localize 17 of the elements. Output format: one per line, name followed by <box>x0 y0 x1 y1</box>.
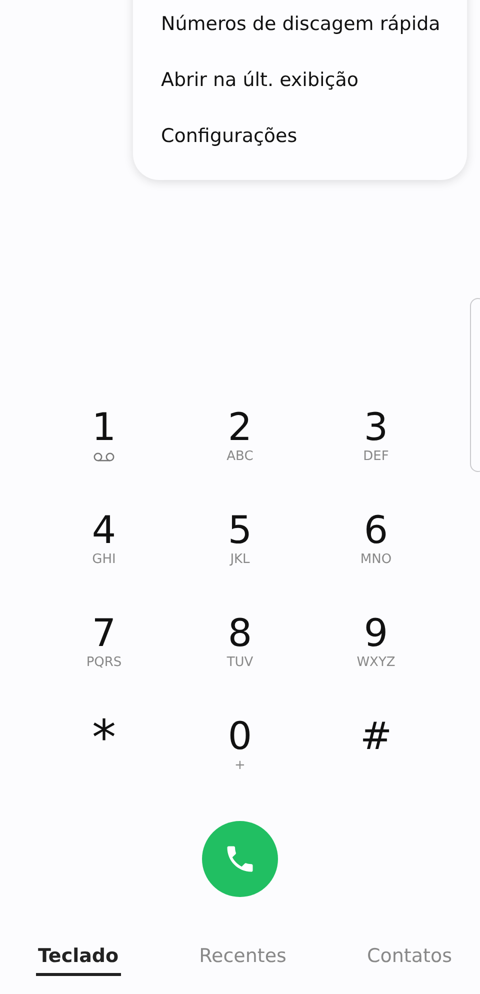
dial-key[interactable]: * <box>59 714 149 794</box>
dial-key[interactable]: 2 ABC <box>195 405 285 485</box>
dial-key[interactable]: 1 <box>59 405 149 485</box>
dial-key[interactable]: 9 WXYZ <box>331 611 421 691</box>
dial-key[interactable]: 7 PQRS <box>59 611 149 691</box>
dial-key[interactable]: 5 JKL <box>195 508 285 588</box>
menu-item[interactable]: Abrir na últ. exibição <box>133 56 467 112</box>
dial-key[interactable]: 8 TUV <box>195 611 285 691</box>
menu-item[interactable]: Números de discagem rápida <box>133 0 467 56</box>
tab[interactable]: Teclado <box>36 945 121 976</box>
voicemail-icon <box>93 452 115 462</box>
dial-key[interactable]: 3 DEF <box>331 405 421 485</box>
dial-key[interactable]: # <box>331 714 421 794</box>
dial-key[interactable]: 4 GHI <box>59 508 149 588</box>
dial-key[interactable]: 0 + <box>195 714 285 794</box>
menu-item[interactable]: Configurações <box>133 112 467 168</box>
dial-key[interactable]: 6 MNO <box>331 508 421 588</box>
